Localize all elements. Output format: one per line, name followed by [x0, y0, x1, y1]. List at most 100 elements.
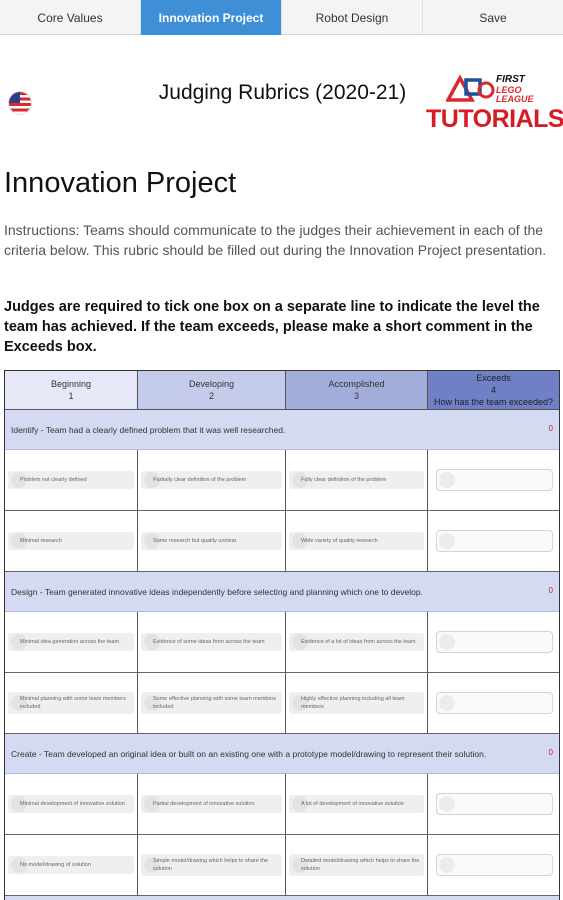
rubric-option[interactable]: Partially clear definition of the proble… — [141, 471, 282, 489]
option-text: Partial development of innovative soluti… — [153, 801, 255, 807]
option-text: Minimal planning with some team members … — [20, 696, 126, 710]
criterion-identify: Identify - Team had a clearly defined pr… — [5, 410, 559, 450]
rubric-option[interactable]: Fully clear definition of the problem — [289, 471, 424, 489]
rubric-cell: Some research but quality unclear — [138, 511, 286, 571]
column-label: Accomplished — [328, 379, 385, 389]
criterion-score: 0 — [548, 586, 553, 595]
rubric-cell — [428, 511, 559, 571]
rubric-cell: Minimal planning with some team members … — [5, 673, 138, 733]
rubric-row: Minimal research Some research but quali… — [5, 511, 559, 572]
column-header-accomplished: Accomplished 3 — [286, 371, 428, 410]
rubric-cell: Evidence of a lot of ideas from across t… — [286, 612, 428, 672]
rubric-cell: Partially clear definition of the proble… — [138, 450, 286, 510]
rubric-option[interactable]: Evidence of a lot of ideas from across t… — [289, 633, 424, 651]
option-text: Minimal research — [20, 538, 62, 544]
option-text: Some research but quality unclear — [153, 538, 237, 544]
rubric-cell — [428, 835, 559, 895]
column-label: Beginning — [50, 379, 92, 389]
rubric-table: Beginning 1 Developing 2 Accomplished 3 … — [4, 370, 560, 900]
option-text: Some effective planning with some team m… — [153, 696, 277, 710]
column-label: Exceeds — [476, 373, 511, 383]
logo-first-text: FIRST — [496, 74, 525, 85]
radio-knob-icon[interactable] — [439, 472, 455, 488]
rubric-option[interactable]: Some effective planning with some team m… — [141, 692, 282, 714]
column-header-developing: Developing 2 — [138, 371, 286, 410]
us-flag-icon[interactable] — [9, 92, 31, 114]
exceeds-comment-field[interactable] — [436, 692, 553, 714]
column-level: 4 — [490, 385, 496, 395]
judges-note: Judges are required to tick one box on a… — [4, 299, 540, 355]
option-text: Fully clear definition of the problem — [301, 477, 387, 483]
rubric-option[interactable]: Minimal idea generation across the team — [8, 633, 134, 651]
rubric-cell: Minimal research — [5, 511, 138, 571]
exceeds-comment-field[interactable] — [436, 631, 553, 653]
option-text: Evidence of a lot of ideas from across t… — [301, 639, 416, 645]
instructions-text: Instructions: Teams should communicate t… — [4, 222, 547, 258]
page-title: Innovation Project — [4, 167, 237, 199]
rubric-option[interactable]: No model/drawing of solution — [8, 856, 134, 874]
tab-robot-design[interactable]: Robot Design — [282, 0, 423, 35]
column-level: 2 — [208, 391, 214, 401]
rubric-option[interactable]: Detailed model/drawing which helps to sh… — [289, 854, 424, 876]
option-text: Wide variety of quality research — [301, 538, 378, 544]
criterion-text: Create - Team developed an original idea… — [11, 748, 487, 759]
tab-save[interactable]: Save — [423, 0, 563, 35]
column-header-beginning: Beginning 1 — [5, 371, 138, 410]
next-criterion-band — [5, 896, 559, 900]
logo-lego-league-text: LEGO LEAGUE — [496, 85, 534, 104]
rubric-cell: Minimal idea generation across the team — [5, 612, 138, 672]
rubric-option[interactable]: A lot of development of innovative solut… — [289, 795, 424, 813]
column-extra: How has the team exceeded? — [433, 397, 554, 407]
rubric-option[interactable]: Highly effective planning including all … — [289, 692, 424, 714]
option-text: Minimal development of innovative soluti… — [20, 801, 125, 807]
rubric-cell: A lot of development of innovative solut… — [286, 774, 428, 834]
rubric-cell: No model/drawing of solution — [5, 835, 138, 895]
option-text: A lot of development of innovative solut… — [301, 801, 404, 807]
radio-knob-icon[interactable] — [439, 796, 455, 812]
rubric-row: No model/drawing of solution Simple mode… — [5, 835, 559, 896]
tab-bar: Core Values Innovation Project Robot Des… — [0, 0, 563, 35]
criterion-create: Create - Team developed an original idea… — [5, 734, 559, 774]
rubric-cell: Some effective planning with some team m… — [138, 673, 286, 733]
rubric-cell: Fully clear definition of the problem — [286, 450, 428, 510]
rubric-option[interactable]: Minimal development of innovative soluti… — [8, 795, 134, 813]
radio-knob-icon[interactable] — [439, 533, 455, 549]
exceeds-comment-field[interactable] — [436, 854, 553, 876]
rubric-option[interactable]: Problem not clearly defined — [8, 471, 134, 489]
rubric-cell: Highly effective planning including all … — [286, 673, 428, 733]
rubric-cell — [428, 673, 559, 733]
exceeds-comment-field[interactable] — [436, 469, 553, 491]
rubric-cell: Minimal development of innovative soluti… — [5, 774, 138, 834]
exceeds-comment-field[interactable] — [436, 793, 553, 815]
column-level: 1 — [68, 391, 74, 401]
criterion-score: 0 — [548, 748, 553, 757]
rubric-option[interactable]: Minimal research — [8, 532, 134, 550]
rubric-option[interactable]: Partial development of innovative soluti… — [141, 795, 282, 813]
option-text: No model/drawing of solution — [20, 862, 91, 868]
rubric-cell: Partial development of innovative soluti… — [138, 774, 286, 834]
rubric-cell — [428, 774, 559, 834]
rubric-cell: Wide variety of quality research — [286, 511, 428, 571]
rubric-option[interactable]: Wide variety of quality research — [289, 532, 424, 550]
document-title: Judging Rubrics (2020-21) — [158, 81, 407, 104]
rubric-cell: Problem not clearly defined — [5, 450, 138, 510]
radio-knob-icon[interactable] — [439, 634, 455, 650]
rubric-option[interactable]: Minimal planning with some team members … — [8, 692, 134, 714]
tab-innovation-project[interactable]: Innovation Project — [141, 0, 282, 35]
criterion-text: Design - Team generated innovative ideas… — [11, 586, 423, 597]
fll-logo-shapes-icon — [446, 74, 495, 102]
option-text: Evidence of some ideas from across the t… — [153, 639, 265, 645]
rubric-option[interactable]: Some research but quality unclear — [141, 532, 282, 550]
rubric-option[interactable]: Simple model/drawing which helps to shar… — [141, 854, 282, 876]
header: Judging Rubrics (2020-21) FIRST LEGO LEA… — [0, 68, 563, 148]
criterion-design: Design - Team generated innovative ideas… — [5, 572, 559, 612]
radio-knob-icon[interactable] — [439, 695, 455, 711]
column-header-exceeds: Exceeds 4 How has the team exceeded? — [428, 371, 559, 410]
tab-core-values[interactable]: Core Values — [0, 0, 141, 35]
rubric-option[interactable]: Evidence of some ideas from across the t… — [141, 633, 282, 651]
radio-knob-icon[interactable] — [439, 857, 455, 873]
exceeds-comment-field[interactable] — [436, 530, 553, 552]
rubric-row: Minimal idea generation across the team … — [5, 612, 559, 673]
column-label: Developing — [188, 379, 235, 389]
rubric-row: Minimal development of innovative soluti… — [5, 774, 559, 835]
